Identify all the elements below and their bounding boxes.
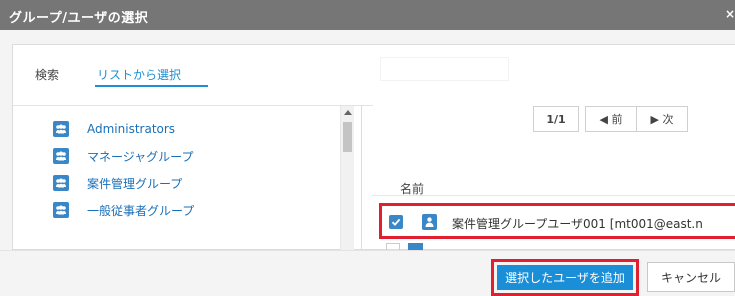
- checkbox-checked-icon[interactable]: [389, 215, 403, 229]
- user-icon: [422, 214, 437, 230]
- close-icon[interactable]: ×: [725, 7, 735, 21]
- tab-search[interactable]: 検索: [35, 66, 59, 83]
- page-count: 1/1: [533, 106, 579, 132]
- add-selected-users-button[interactable]: 選択したユーザを追加: [497, 265, 633, 290]
- group-item[interactable]: 案件管理グループ: [53, 173, 182, 193]
- group-label: 一般従事者グループ: [87, 203, 195, 218]
- next-row-partial: [386, 243, 423, 250]
- group-item[interactable]: Administrators: [53, 119, 175, 139]
- cancel-button[interactable]: キャンセル: [647, 262, 735, 292]
- group-icon: [53, 148, 69, 164]
- user-label: 案件管理グループユーザ001 [mt001@east.n: [452, 217, 703, 231]
- group-list: Administrators マネージャグループ 案件管理グループ 一般従事者グ…: [13, 106, 339, 251]
- dialog-titlebar: グループ/ユーザの選択 ×: [0, 0, 735, 30]
- group-label: マネージャグループ: [87, 149, 194, 164]
- user-row[interactable]: 案件管理グループユーザ001 [mt001@east.n: [379, 203, 735, 239]
- tab-bar: 検索 リストから選択: [13, 45, 363, 105]
- prev-page-button[interactable]: ◀ 前: [585, 106, 637, 132]
- active-tab-indicator: [95, 85, 208, 87]
- group-label: 案件管理グループ: [87, 176, 183, 191]
- group-icon: [53, 175, 69, 191]
- group-icon: [53, 121, 69, 137]
- dialog-footer: 選択したユーザを追加 キャンセル: [0, 250, 735, 296]
- dialog-title: グループ/ユーザの選択: [9, 11, 149, 26]
- checkbox-icon[interactable]: [386, 243, 400, 250]
- group-item[interactable]: マネージャグループ: [53, 146, 193, 166]
- header-divider: [372, 195, 735, 196]
- user-icon: [408, 243, 423, 250]
- tab-select-from-list[interactable]: リストから選択: [97, 66, 181, 83]
- add-button-highlight: 選択したユーザを追加: [491, 259, 639, 296]
- scroll-up-arrow-icon[interactable]: [344, 110, 352, 115]
- group-item[interactable]: 一般従事者グループ: [53, 200, 194, 220]
- pager: 1/1 ◀ 前 ▶ 次: [533, 106, 688, 132]
- group-icon: [53, 202, 69, 218]
- search-input[interactable]: [380, 57, 509, 81]
- scroll-thumb[interactable]: [343, 122, 352, 152]
- group-list-scrollbar[interactable]: [340, 106, 354, 251]
- pane-divider: [361, 105, 362, 251]
- group-label: Administrators: [87, 122, 176, 136]
- next-page-button[interactable]: ▶ 次: [636, 106, 688, 132]
